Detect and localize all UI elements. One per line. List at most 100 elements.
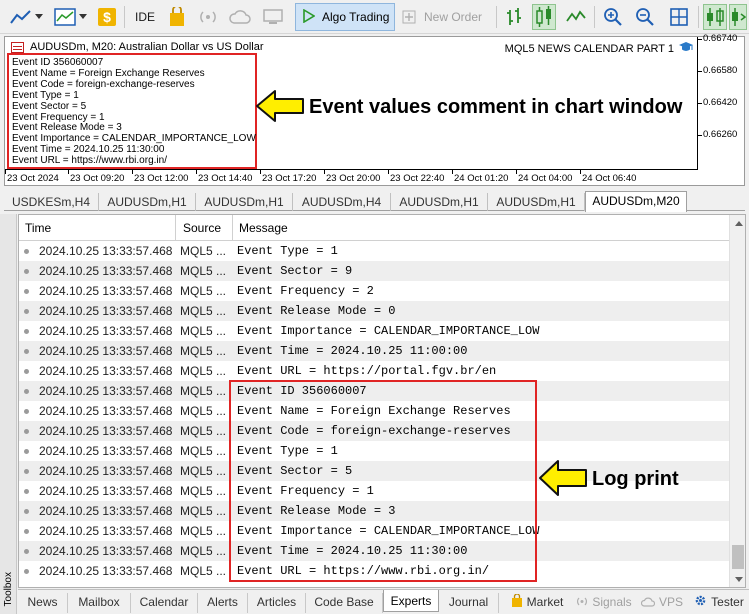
log-row[interactable]: 2024.10.25 13:33:57.468 MQL5 ... Event Fre… bbox=[19, 281, 729, 301]
algo-trading-button[interactable]: Algo Trading bbox=[295, 3, 395, 31]
toolbox-sidebar[interactable]: Toolbox bbox=[0, 214, 17, 614]
comment-line: Event URL = https://www.rbi.org.in/ bbox=[12, 155, 167, 167]
chart-tab[interactable]: AUDUSDm,H1 bbox=[488, 193, 585, 211]
y-axis-tick bbox=[698, 135, 702, 136]
log-message: Event URL = https://portal.fgv.br/en bbox=[237, 364, 497, 378]
toolbox-label: Toolbox bbox=[3, 571, 14, 606]
log-source: MQL5 ... bbox=[180, 564, 227, 578]
toolbar-separator bbox=[698, 6, 699, 28]
log-message: Event Frequency = 2 bbox=[237, 284, 374, 298]
x-axis-label: 23 Oct 12:00 bbox=[134, 173, 189, 184]
chart-tab[interactable]: AUDUSDm,H1 bbox=[391, 193, 488, 211]
arrow-left-icon bbox=[255, 89, 305, 126]
tab-news[interactable]: News bbox=[18, 593, 68, 613]
log-source: MQL5 ... bbox=[180, 464, 227, 478]
main-toolbar: $ IDE Algo Trading New Order bbox=[0, 0, 749, 34]
chart-templates-icon[interactable] bbox=[52, 4, 78, 30]
tab-signals[interactable]: Signals bbox=[574, 593, 634, 613]
log-level-icon bbox=[24, 489, 29, 494]
chart-tab[interactable]: AUDUSDm,H4 bbox=[293, 193, 391, 211]
chart-window[interactable]: AUDUSDm, M20: Australian Dollar vs US Do… bbox=[4, 33, 745, 186]
tab-mailbox[interactable]: Mailbox bbox=[68, 593, 131, 613]
tab-market-label: Market bbox=[526, 595, 564, 609]
chart-title: AUDUSDm, M20: Australian Dollar vs US Do… bbox=[11, 41, 264, 53]
tab-articles[interactable]: Articles bbox=[248, 593, 306, 613]
x-axis-tick bbox=[260, 170, 261, 174]
log-source: MQL5 ... bbox=[180, 524, 227, 538]
log-level-icon bbox=[24, 309, 29, 314]
log-time: 2024.10.25 13:33:57.468 bbox=[39, 364, 173, 378]
log-time: 2024.10.25 13:33:57.468 bbox=[39, 304, 173, 318]
line-chart-icon[interactable] bbox=[8, 4, 34, 30]
scroll-down-icon[interactable] bbox=[735, 577, 743, 582]
column-divider[interactable] bbox=[232, 215, 233, 241]
log-level-icon bbox=[24, 249, 29, 254]
x-axis-tick bbox=[388, 170, 389, 174]
tab-code-base[interactable]: Code Base bbox=[306, 593, 383, 613]
grid-icon[interactable] bbox=[666, 4, 692, 30]
x-axis-label: 24 Oct 01:20 bbox=[454, 173, 509, 184]
chart-tab[interactable]: USDKESm,H4 bbox=[4, 193, 99, 211]
graduation-cap-icon bbox=[678, 41, 694, 56]
chart-title-text: AUDUSDm, M20: Australian Dollar vs US Do… bbox=[30, 41, 264, 53]
bar-chart-icon[interactable] bbox=[502, 4, 526, 30]
new-order-button[interactable]: New Order bbox=[402, 4, 492, 30]
log-source: MQL5 ... bbox=[180, 364, 227, 378]
log-row[interactable]: 2024.10.25 13:33:57.468 MQL5 ... Event Typ… bbox=[19, 241, 729, 261]
log-time: 2024.10.25 13:33:57.468 bbox=[39, 564, 173, 578]
log-time: 2024.10.25 13:33:57.468 bbox=[39, 544, 173, 558]
signal-broadcast-icon[interactable] bbox=[196, 4, 220, 30]
tab-alerts[interactable]: Alerts bbox=[198, 593, 248, 613]
log-time: 2024.10.25 13:33:57.468 bbox=[39, 344, 173, 358]
log-annotation-text: Log print bbox=[592, 468, 679, 490]
column-header-source[interactable]: Source bbox=[183, 221, 221, 235]
log-row[interactable]: 2024.10.25 13:33:57.468 MQL5 ... Event URL… bbox=[19, 361, 729, 381]
x-axis-tick bbox=[324, 170, 325, 174]
x-axis-label: 23 Oct 20:00 bbox=[326, 173, 381, 184]
cloud-icon[interactable] bbox=[228, 4, 252, 30]
log-level-icon bbox=[24, 549, 29, 554]
chart-tab-active[interactable]: AUDUSDm,M20 bbox=[585, 191, 687, 212]
x-axis-label: 23 Oct 17:20 bbox=[262, 173, 317, 184]
tab-experts[interactable]: Experts bbox=[383, 590, 439, 612]
log-time: 2024.10.25 13:33:57.468 bbox=[39, 504, 173, 518]
screen-icon[interactable] bbox=[260, 4, 286, 30]
zoom-in-icon[interactable] bbox=[600, 4, 626, 30]
chevron-down-icon[interactable] bbox=[78, 4, 88, 30]
log-source: MQL5 ... bbox=[180, 264, 227, 278]
tab-vps[interactable]: VPS bbox=[638, 593, 686, 613]
zoom-out-icon[interactable] bbox=[632, 4, 658, 30]
ide-button[interactable]: IDE bbox=[130, 4, 160, 30]
column-header-message[interactable]: Message bbox=[239, 221, 288, 235]
log-source: MQL5 ... bbox=[180, 424, 227, 438]
log-time: 2024.10.25 13:33:57.468 bbox=[39, 384, 173, 398]
chart-tab[interactable]: AUDUSDm,H1 bbox=[99, 193, 196, 211]
log-time: 2024.10.25 13:33:57.468 bbox=[39, 464, 173, 478]
chevron-down-icon[interactable] bbox=[34, 4, 44, 30]
log-scrollbar[interactable] bbox=[729, 215, 745, 587]
log-row[interactable]: 2024.10.25 13:33:57.468 MQL5 ... Event Rel… bbox=[19, 301, 729, 321]
shopping-bag-icon[interactable] bbox=[165, 4, 189, 30]
log-source: MQL5 ... bbox=[180, 504, 227, 518]
column-divider[interactable] bbox=[175, 215, 176, 241]
dollar-icon[interactable]: $ bbox=[94, 4, 120, 30]
scroll-up-icon[interactable] bbox=[735, 221, 743, 226]
log-level-icon bbox=[24, 469, 29, 474]
chart-tabs: USDKESm,H4 AUDUSDm,H1 AUDUSDm,H1 AUDUSDm… bbox=[4, 191, 745, 212]
chart-shift-icon[interactable] bbox=[729, 4, 747, 30]
chart-tab[interactable]: AUDUSDm,H1 bbox=[196, 193, 293, 211]
scroll-thumb[interactable] bbox=[732, 545, 744, 569]
log-level-icon bbox=[24, 369, 29, 374]
tab-calendar[interactable]: Calendar bbox=[131, 593, 198, 613]
log-row[interactable]: 2024.10.25 13:33:57.468 MQL5 ... Event Imp… bbox=[19, 321, 729, 341]
column-header-time[interactable]: Time bbox=[25, 221, 51, 235]
tab-market[interactable]: Market bbox=[502, 593, 572, 613]
tab-tester[interactable]: Tester bbox=[690, 593, 748, 613]
log-row[interactable]: 2024.10.25 13:33:57.468 MQL5 ... Event Sec… bbox=[19, 261, 729, 281]
auto-scroll-icon[interactable] bbox=[703, 4, 727, 30]
candlestick-icon[interactable] bbox=[532, 4, 556, 30]
log-row[interactable]: 2024.10.25 13:33:57.468 MQL5 ... Event Tim… bbox=[19, 341, 729, 361]
tab-journal[interactable]: Journal bbox=[439, 593, 499, 613]
line-chart-icon[interactable] bbox=[564, 4, 588, 30]
toolbar-separator bbox=[594, 6, 595, 28]
